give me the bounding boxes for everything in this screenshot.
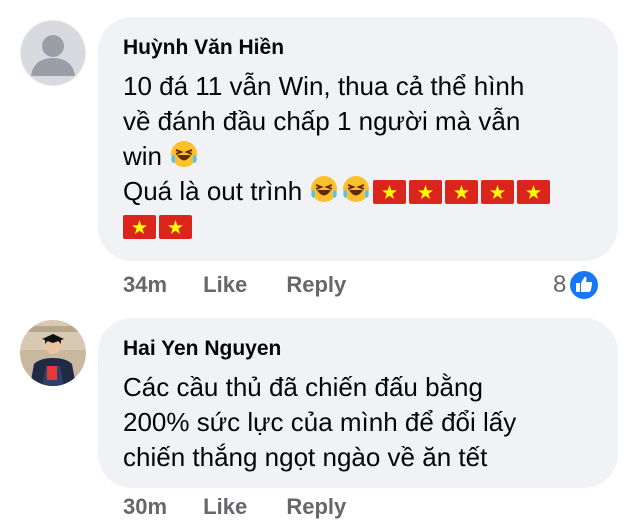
comment-actions: 34m Like Reply — [123, 271, 346, 299]
comment-text: Các cầu thủ đã chiến đấu bằng 200% sức l… — [123, 370, 594, 475]
laughing-crying-emoji-icon — [343, 176, 370, 202]
reaction-summary[interactable]: 8 — [553, 269, 601, 301]
vietnam-flag-icon — [481, 180, 515, 204]
vietnam-flag-icon — [159, 215, 192, 239]
vietnam-flag-icon — [517, 180, 551, 204]
comment-line-text: Quá là out trình — [123, 176, 303, 206]
avatar[interactable] — [20, 20, 86, 86]
vietnam-flag-icon — [409, 180, 443, 204]
reaction-count: 8 — [553, 271, 567, 298]
comment-line: chiến thắng ngọt ngào về ăn tết — [123, 442, 488, 472]
comment-text: 10 đá 11 vẫn Win, thua cả thể hình về đá… — [123, 69, 594, 244]
comment-line-5 — [123, 209, 594, 244]
avatar[interactable] — [20, 320, 86, 386]
comment-line: 200% sức lực của mình để đổi lấy — [123, 407, 517, 437]
comment-line: về đánh đầu chấp 1 người mà vẫn — [123, 106, 521, 136]
profile-photo-avatar — [20, 320, 86, 386]
vietnam-flag-icon — [445, 180, 479, 204]
default-person-avatar-icon — [20, 20, 86, 86]
like-button[interactable]: Like — [203, 493, 247, 521]
comment-line-3: win — [123, 139, 594, 174]
comment-line-4: Quá là out trình — [123, 174, 594, 209]
comment-line: 10 đá 11 vẫn Win, thua cả thể hình — [123, 71, 525, 101]
laughing-crying-emoji-icon — [171, 141, 198, 167]
comment-line-text: win — [123, 141, 163, 171]
vietnam-flag-icon — [373, 180, 407, 204]
like-button[interactable]: Like — [203, 271, 247, 299]
comment-time[interactable]: 34m — [123, 271, 167, 299]
comment-actions: 30m Like Reply — [123, 493, 346, 521]
comment-time[interactable]: 30m — [123, 493, 167, 521]
reply-button[interactable]: Reply — [286, 271, 346, 299]
comment-line: Các cầu thủ đã chiến đấu bằng — [123, 372, 483, 402]
laughing-crying-emoji-icon — [311, 176, 338, 202]
like-reaction-icon — [568, 269, 601, 301]
vietnam-flag-icon — [123, 215, 156, 239]
comment-bubble: Huỳnh Văn Hiền 10 đá 11 vẫn Win, thua cả… — [98, 17, 618, 261]
comment-author[interactable]: Huỳnh Văn Hiền — [123, 35, 594, 61]
comment-bubble: Hai Yen Nguyen Các cầu thủ đã chiến đấu … — [98, 318, 618, 488]
reply-button[interactable]: Reply — [286, 493, 346, 521]
comment-author[interactable]: Hai Yen Nguyen — [123, 336, 594, 362]
